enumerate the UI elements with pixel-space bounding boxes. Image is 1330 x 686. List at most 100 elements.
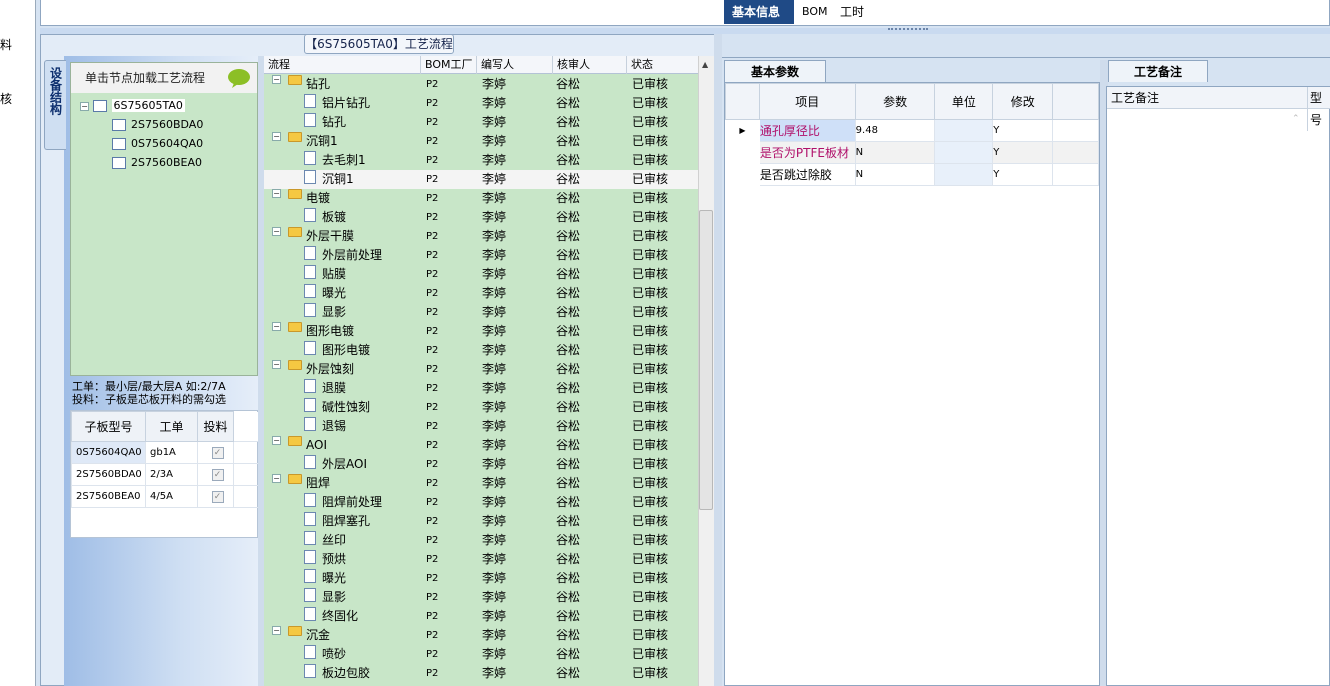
reviewer-cell[interactable]: 谷松 <box>556 417 580 436</box>
bom-cell[interactable]: P2 <box>426 189 438 208</box>
vertical-splitter-right[interactable] <box>714 34 722 686</box>
author-cell[interactable]: 李婷 <box>482 170 506 189</box>
status-cell[interactable]: 已审核 <box>632 94 668 113</box>
param-item[interactable]: 是否为PTFE板材 <box>758 141 856 164</box>
flow-name[interactable]: 阻焊塞孔 <box>322 512 370 531</box>
flow-row[interactable]: 显影 P2 李婷 谷松 已审核 <box>264 303 698 322</box>
flow-name[interactable]: 钻孔 <box>322 113 346 132</box>
status-cell[interactable]: 已审核 <box>632 550 668 569</box>
flow-name[interactable]: 外层干膜 <box>306 227 354 246</box>
reviewer-cell[interactable]: 谷松 <box>556 398 580 417</box>
flow-name[interactable]: 贴膜 <box>322 265 346 284</box>
scroll-up-icon[interactable]: ⌃ <box>1292 114 1300 124</box>
flow-name[interactable]: 电镀 <box>306 189 330 208</box>
reviewer-cell[interactable]: 谷松 <box>556 512 580 531</box>
flow-row[interactable]: 铝片钻孔 P2 李婷 谷松 已审核 <box>264 94 698 113</box>
table-row[interactable]: 2S7560BEA0 4/5A ✓ <box>71 485 259 508</box>
status-cell[interactable]: 已审核 <box>632 569 668 588</box>
tab-work-hours[interactable]: 工时 <box>832 0 872 24</box>
status-cell[interactable]: 已审核 <box>632 379 668 398</box>
flow-row[interactable]: 钻孔 P2 李婷 谷松 已审核 <box>264 113 698 132</box>
col-header-bom[interactable]: BOM工厂 <box>420 56 473 74</box>
author-cell[interactable]: 李婷 <box>482 531 506 550</box>
bom-cell[interactable]: P2 <box>426 379 438 398</box>
reviewer-cell[interactable]: 谷松 <box>556 94 580 113</box>
status-cell[interactable]: 已审核 <box>632 322 668 341</box>
status-cell[interactable]: 已审核 <box>632 151 668 170</box>
flow-row[interactable]: − 外层蚀刻 P2 李婷 谷松 已审核 <box>264 360 698 379</box>
reviewer-cell[interactable]: 谷松 <box>556 75 580 94</box>
flow-row[interactable]: 沉铜1 P2 李婷 谷松 已审核 <box>264 170 698 189</box>
flow-name[interactable]: 沉金 <box>306 626 330 645</box>
collapse-icon[interactable]: − <box>272 227 281 236</box>
collapse-icon[interactable]: − <box>272 322 281 331</box>
status-cell[interactable]: 已审核 <box>632 588 668 607</box>
author-cell[interactable]: 李婷 <box>482 246 506 265</box>
author-cell[interactable]: 李婷 <box>482 550 506 569</box>
bom-cell[interactable]: P2 <box>426 588 438 607</box>
status-cell[interactable]: 已审核 <box>632 132 668 151</box>
flow-name[interactable]: 退锡 <box>322 417 346 436</box>
bom-cell[interactable]: P2 <box>426 569 438 588</box>
param-item[interactable]: 通孔厚径比 <box>758 119 856 142</box>
reviewer-cell[interactable]: 谷松 <box>556 246 580 265</box>
bom-cell[interactable]: P2 <box>426 664 438 683</box>
author-cell[interactable]: 李婷 <box>482 474 506 493</box>
process-notes-tab[interactable]: 工艺备注 <box>1108 60 1208 82</box>
col-header-model[interactable]: 型号 <box>1307 87 1330 131</box>
author-cell[interactable]: 李婷 <box>482 626 506 645</box>
bom-cell[interactable]: P2 <box>426 360 438 379</box>
reviewer-cell[interactable]: 谷松 <box>556 208 580 227</box>
flow-row[interactable]: − 外层干膜 P2 李婷 谷松 已审核 <box>264 227 698 246</box>
table-row[interactable]: 2S7560BDA0 2/3A ✓ <box>71 463 259 486</box>
flow-row[interactable]: − 沉金 P2 李婷 谷松 已审核 <box>264 626 698 645</box>
reviewer-cell[interactable]: 谷松 <box>556 569 580 588</box>
author-cell[interactable]: 李婷 <box>482 303 506 322</box>
flow-row[interactable]: − 钻孔 P2 李婷 谷松 已审核 <box>264 75 698 94</box>
status-cell[interactable]: 已审核 <box>632 265 668 284</box>
tree-root-node[interactable]: − 6S75605TA0 <box>80 98 185 114</box>
param-unit[interactable] <box>934 141 994 164</box>
author-cell[interactable]: 李婷 <box>482 569 506 588</box>
table-row[interactable]: 是否为PTFE板材 N Y <box>725 141 1099 164</box>
collapse-icon[interactable]: − <box>272 474 281 483</box>
col-header-author[interactable]: 编写人 <box>476 56 514 74</box>
bom-cell[interactable]: P2 <box>426 626 438 645</box>
model-cell[interactable]: 2S7560BDA0 <box>71 463 146 486</box>
order-cell[interactable]: 2/3A <box>145 463 198 486</box>
order-cell[interactable]: 4/5A <box>145 485 198 508</box>
author-cell[interactable]: 李婷 <box>482 284 506 303</box>
author-cell[interactable]: 李婷 <box>482 360 506 379</box>
status-cell[interactable]: 已审核 <box>632 645 668 664</box>
reviewer-cell[interactable]: 谷松 <box>556 322 580 341</box>
bom-cell[interactable]: P2 <box>426 303 438 322</box>
status-cell[interactable]: 已审核 <box>632 455 668 474</box>
reviewer-cell[interactable]: 谷松 <box>556 588 580 607</box>
param-item[interactable]: 是否跳过除胶 <box>758 163 856 186</box>
flow-name[interactable]: 曝光 <box>322 284 346 303</box>
flow-row[interactable]: 阻焊塞孔 P2 李婷 谷松 已审核 <box>264 512 698 531</box>
flow-row[interactable]: 曝光 P2 李婷 谷松 已审核 <box>264 569 698 588</box>
tab-basic-info[interactable]: 基本信息 <box>724 0 794 24</box>
flow-name[interactable]: 外层前处理 <box>322 246 382 265</box>
flow-row[interactable]: 预烘 P2 李婷 谷松 已审核 <box>264 550 698 569</box>
flow-row[interactable]: 图形电镀 P2 李婷 谷松 已审核 <box>264 341 698 360</box>
bom-cell[interactable]: P2 <box>426 512 438 531</box>
bom-cell[interactable]: P2 <box>426 607 438 626</box>
bom-cell[interactable]: P2 <box>426 132 438 151</box>
flow-name[interactable]: 阻焊前处理 <box>322 493 382 512</box>
flow-name[interactable]: 阻焊 <box>306 474 330 493</box>
bom-cell[interactable]: P2 <box>426 531 438 550</box>
flow-row[interactable]: − 阻焊 P2 李婷 谷松 已审核 <box>264 474 698 493</box>
table-row[interactable]: 是否跳过除胶 N Y <box>725 163 1099 186</box>
bom-cell[interactable]: P2 <box>426 474 438 493</box>
basic-params-tab[interactable]: 基本参数 <box>724 60 826 82</box>
collapse-icon[interactable]: − <box>272 189 281 198</box>
col-header-status[interactable]: 状态 <box>626 56 653 74</box>
bom-cell[interactable]: P2 <box>426 113 438 132</box>
author-cell[interactable]: 李婷 <box>482 151 506 170</box>
reviewer-cell[interactable]: 谷松 <box>556 227 580 246</box>
flow-row[interactable]: 喷砂 P2 李婷 谷松 已审核 <box>264 645 698 664</box>
col-header-feed[interactable]: 投料 <box>197 411 234 442</box>
flow-row[interactable]: 显影 P2 李婷 谷松 已审核 <box>264 588 698 607</box>
